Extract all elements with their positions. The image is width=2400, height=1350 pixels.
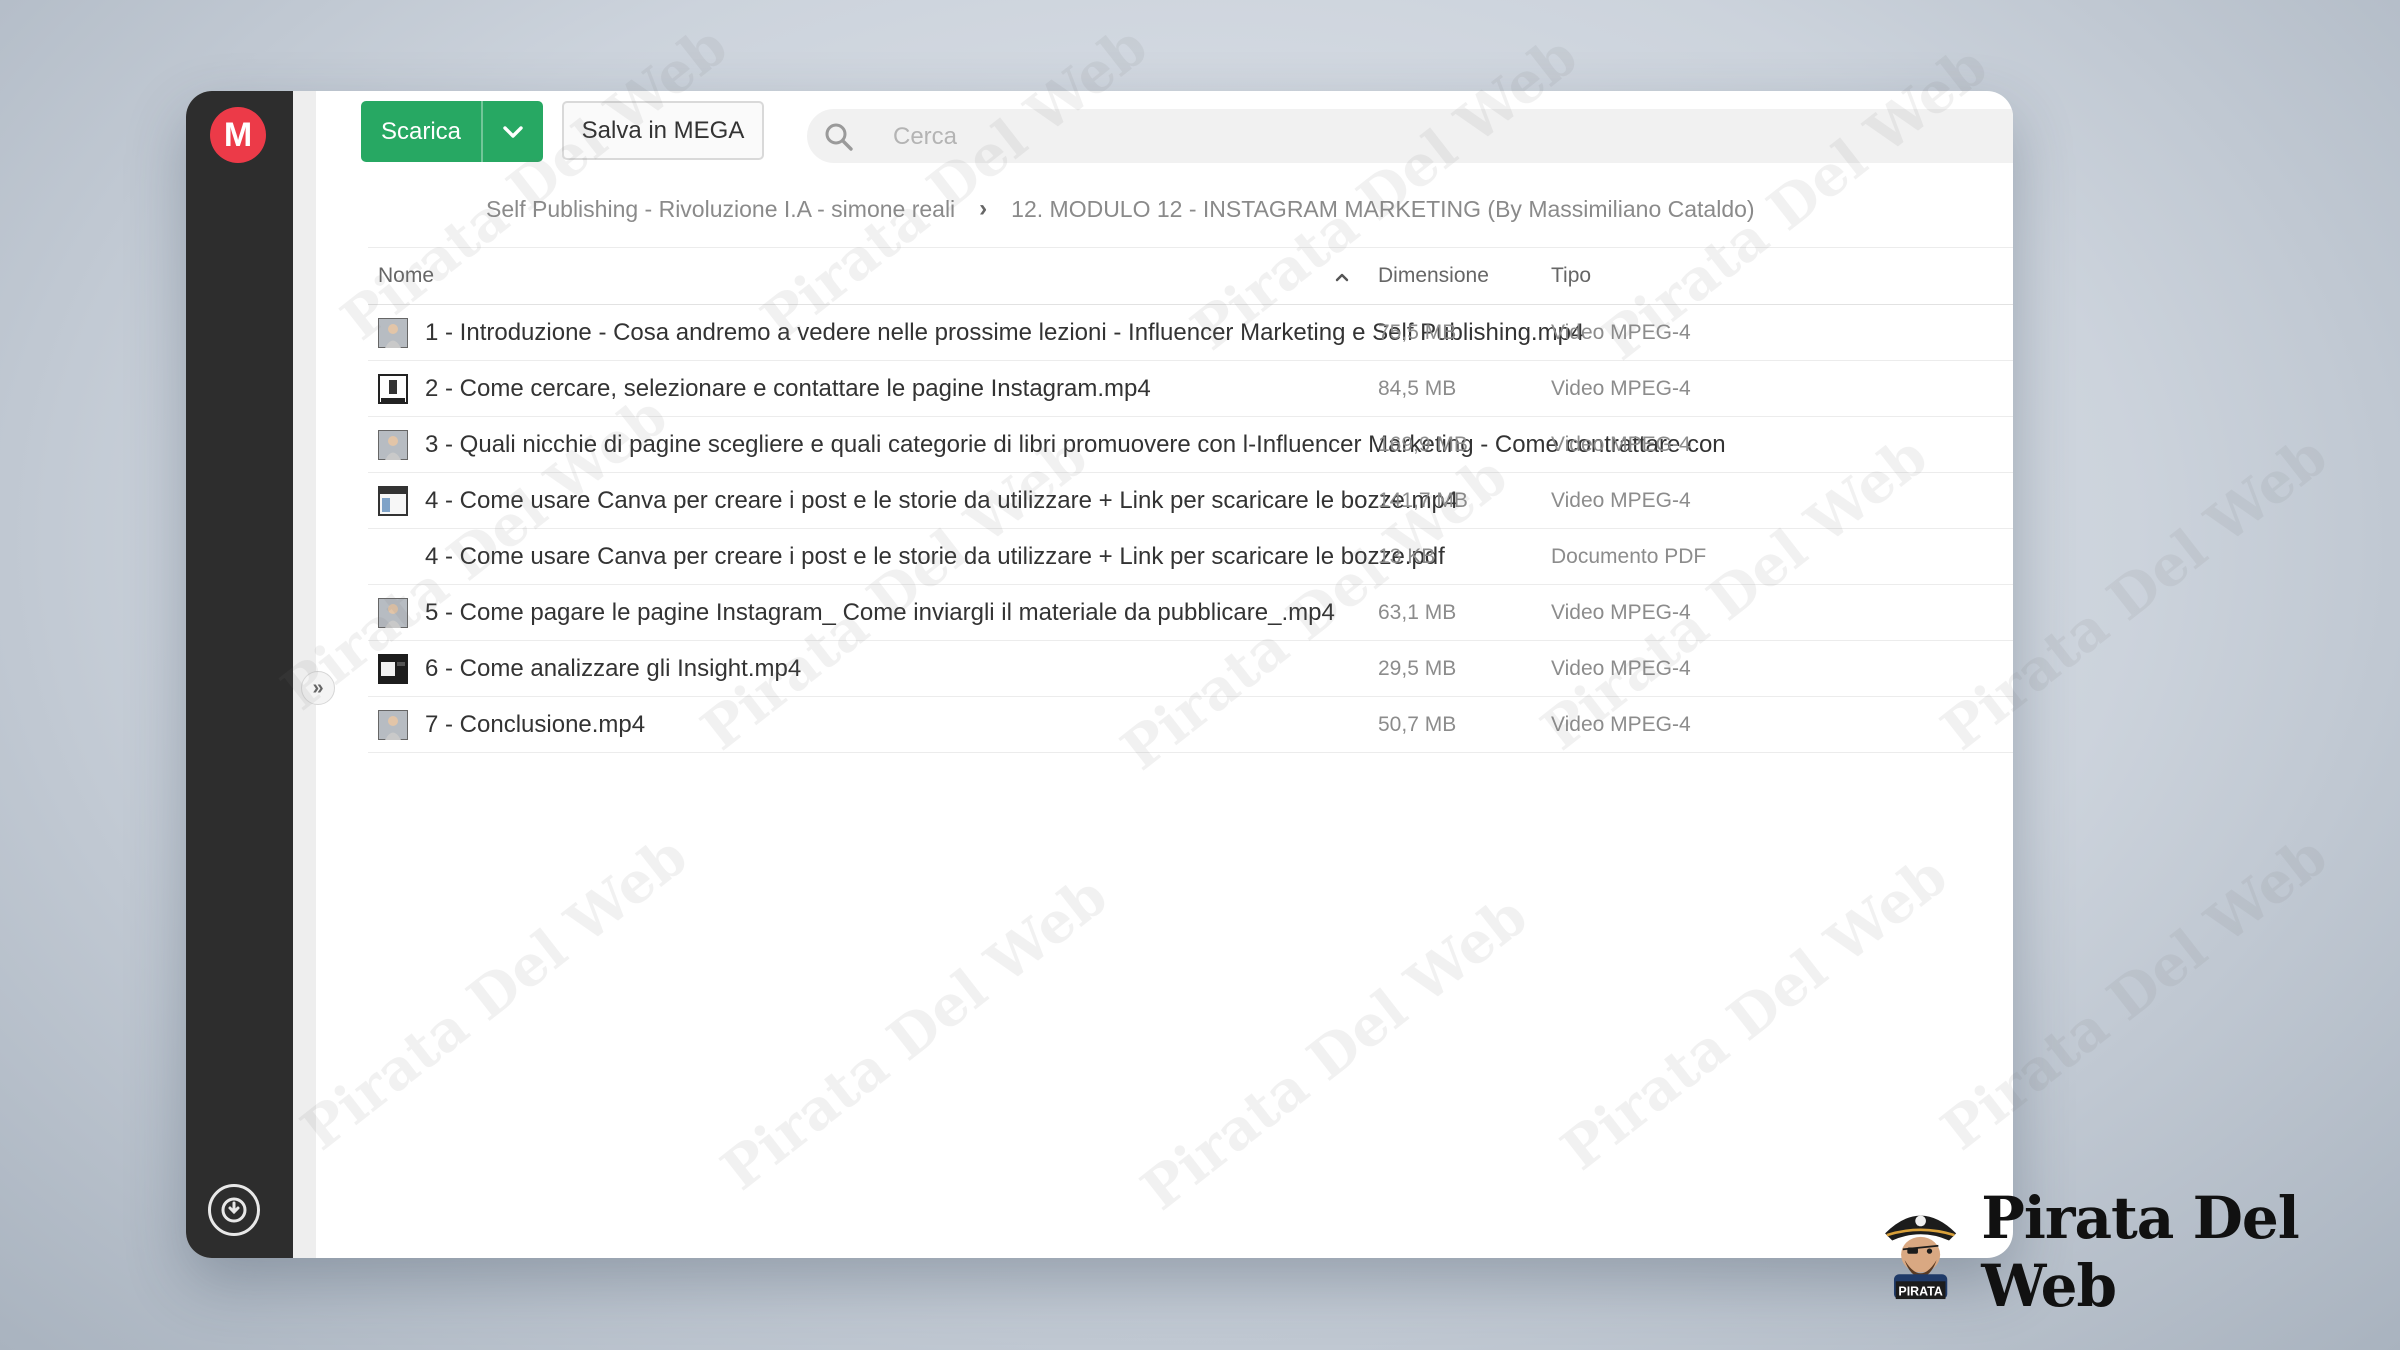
file-size: 169,9 MB (1378, 433, 1468, 456)
brand-name: Pirata Del Web (1981, 1184, 2300, 1320)
expand-sidebar-button[interactable]: » (301, 671, 335, 705)
video-thumbnail-icon (377, 429, 409, 461)
download-label: Scarica (380, 117, 462, 145)
download-button[interactable]: Scarica (361, 101, 543, 162)
file-size: 141,7 MB (1378, 489, 1468, 512)
file-row[interactable]: 1 - Introduzione - Cosa andremo a vedere… (368, 305, 2013, 361)
sidebar: M (186, 91, 293, 1258)
file-row[interactable]: 6 - Come analizzare gli Insight.mp4 29,5 … (368, 641, 2013, 697)
search-box[interactable] (807, 109, 2013, 165)
brand-watermark: PIRATA Pirata Del Web (1878, 1184, 2400, 1320)
file-type: Video MPEG-4 (1551, 321, 1691, 344)
save-to-mega-button[interactable]: Salva in MEGA (562, 101, 764, 160)
breadcrumb-item-current: 12. MODULO 12 - INSTAGRAM MARKETING (By … (1011, 195, 1755, 222)
sync-icon[interactable] (208, 1184, 260, 1236)
file-size: 29,5 MB (1378, 657, 1457, 680)
table-header: Nome Dimensione Tipo (368, 247, 2013, 305)
file-row[interactable]: 4 - Come usare Canva per creare i post e… (368, 529, 2013, 585)
file-row[interactable]: 4 - Come usare Canva per creare i post e… (368, 473, 2013, 529)
sort-asc-icon[interactable] (1334, 248, 1350, 304)
file-type: Video MPEG-4 (1551, 601, 1691, 624)
file-type: Documento PDF (1551, 545, 1707, 568)
file-name[interactable]: 4 - Come usare Canva per creare i post e… (425, 529, 1725, 584)
mega-logo-letter: M (223, 115, 253, 154)
file-name[interactable]: 3 - Quali nicchie di pagine scegliere e … (425, 417, 1725, 472)
video-thumbnail-icon (378, 374, 408, 404)
file-name[interactable]: 6 - Come analizzare gli Insight.mp4 (425, 641, 1725, 696)
video-thumbnail-icon (378, 486, 408, 516)
file-size: 63,1 MB (1378, 601, 1457, 624)
video-thumbnail-icon (377, 709, 409, 741)
chevron-down-icon[interactable] (481, 101, 543, 162)
mega-logo[interactable]: M (210, 107, 266, 163)
file-type: Video MPEG-4 (1551, 377, 1691, 400)
pirate-mascot-logo: PIRATA (1885, 1215, 1957, 1300)
video-thumbnail-icon (378, 654, 408, 684)
file-row[interactable]: 2 - Come cercare, selezionare e contatta… (368, 361, 2013, 417)
video-thumbnail-icon (377, 317, 409, 349)
file-row[interactable]: 3 - Quali nicchie di pagine scegliere e … (368, 417, 2013, 473)
breadcrumb: Self Publishing - Rivoluzione I.A - simo… (486, 189, 1755, 229)
svg-text:PIRATA: PIRATA (1898, 1285, 1942, 1299)
file-name[interactable]: 4 - Come usare Canva per creare i post e… (425, 473, 1725, 528)
file-row[interactable]: 5 - Come pagare le pagine Instagram_ Com… (368, 585, 2013, 641)
file-type: Video MPEG-4 (1551, 489, 1691, 512)
column-header-size[interactable]: Dimensione (1378, 248, 1489, 304)
video-thumbnail-icon (377, 597, 409, 629)
file-type: Video MPEG-4 (1551, 657, 1691, 680)
save-label: Salva in MEGA (581, 116, 745, 144)
mega-window: M » Scarica Salva in MEGA Self Publishin… (186, 91, 2013, 1258)
breadcrumb-item-parent[interactable]: Self Publishing - Rivoluzione I.A - simo… (486, 196, 955, 223)
file-type: Video MPEG-4 (1551, 713, 1691, 736)
file-row[interactable]: 7 - Conclusione.mp4 50,7 MB Video MPEG-4 (368, 697, 2013, 753)
column-header-type[interactable]: Tipo (1551, 248, 1591, 304)
search-icon (825, 123, 853, 151)
search-input[interactable] (891, 109, 2013, 165)
file-type: Video MPEG-4 (1551, 433, 1691, 456)
file-list: 1 - Introduzione - Cosa andremo a vedere… (368, 305, 2013, 753)
file-size: 50,7 MB (1378, 713, 1457, 736)
column-header-name[interactable]: Nome (378, 248, 434, 304)
file-name[interactable]: 7 - Conclusione.mp4 (425, 697, 1725, 752)
chevron-right-icon: › (979, 195, 988, 222)
file-name[interactable]: 1 - Introduzione - Cosa andremo a vedere… (425, 305, 1725, 360)
file-name[interactable]: 5 - Come pagare le pagine Instagram_ Com… (425, 585, 1725, 640)
file-size: 13 KB (1378, 545, 1436, 568)
double-chevron-right-icon: » (312, 676, 324, 699)
file-size: 75,5 MB (1378, 321, 1457, 344)
file-size: 84,5 MB (1378, 377, 1457, 400)
file-name[interactable]: 2 - Come cercare, selezionare e contatta… (425, 361, 1725, 416)
